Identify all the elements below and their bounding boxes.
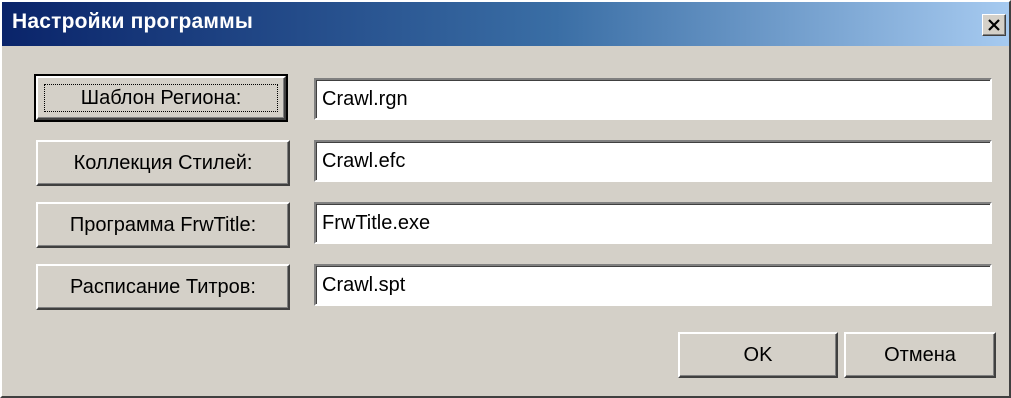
cancel-button[interactable]: Отмена (844, 332, 996, 378)
frwtitle-program-button-label: Программа FrwTitle: (69, 213, 257, 236)
frwtitle-program-button[interactable]: Программа FrwTitle: (36, 202, 290, 248)
titles-schedule-button[interactable]: Расписание Титров: (36, 264, 290, 310)
close-button[interactable] (982, 14, 1006, 36)
region-template-button[interactable]: Шаблон Региона: (34, 74, 288, 122)
ok-button-label: OK (743, 343, 773, 366)
ok-button[interactable]: OK (678, 332, 838, 378)
settings-dialog: Настройки программы Шаблон Региона: Колл… (0, 0, 1011, 398)
region-template-button-label: Шаблон Региона: (80, 86, 242, 109)
style-collection-button[interactable]: Коллекция Стилей: (36, 140, 290, 186)
titles-schedule-field[interactable] (314, 264, 992, 306)
style-collection-field[interactable] (314, 140, 992, 182)
title-bar[interactable]: Настройки программы (2, 2, 1009, 46)
close-icon (988, 19, 1000, 31)
region-template-field[interactable] (314, 78, 992, 120)
cancel-button-label: Отмена (884, 343, 956, 366)
dialog-title: Настройки программы (12, 10, 254, 33)
frwtitle-program-field[interactable] (314, 202, 992, 244)
titles-schedule-button-label: Расписание Титров: (70, 275, 256, 298)
style-collection-button-label: Коллекция Стилей: (73, 151, 253, 174)
